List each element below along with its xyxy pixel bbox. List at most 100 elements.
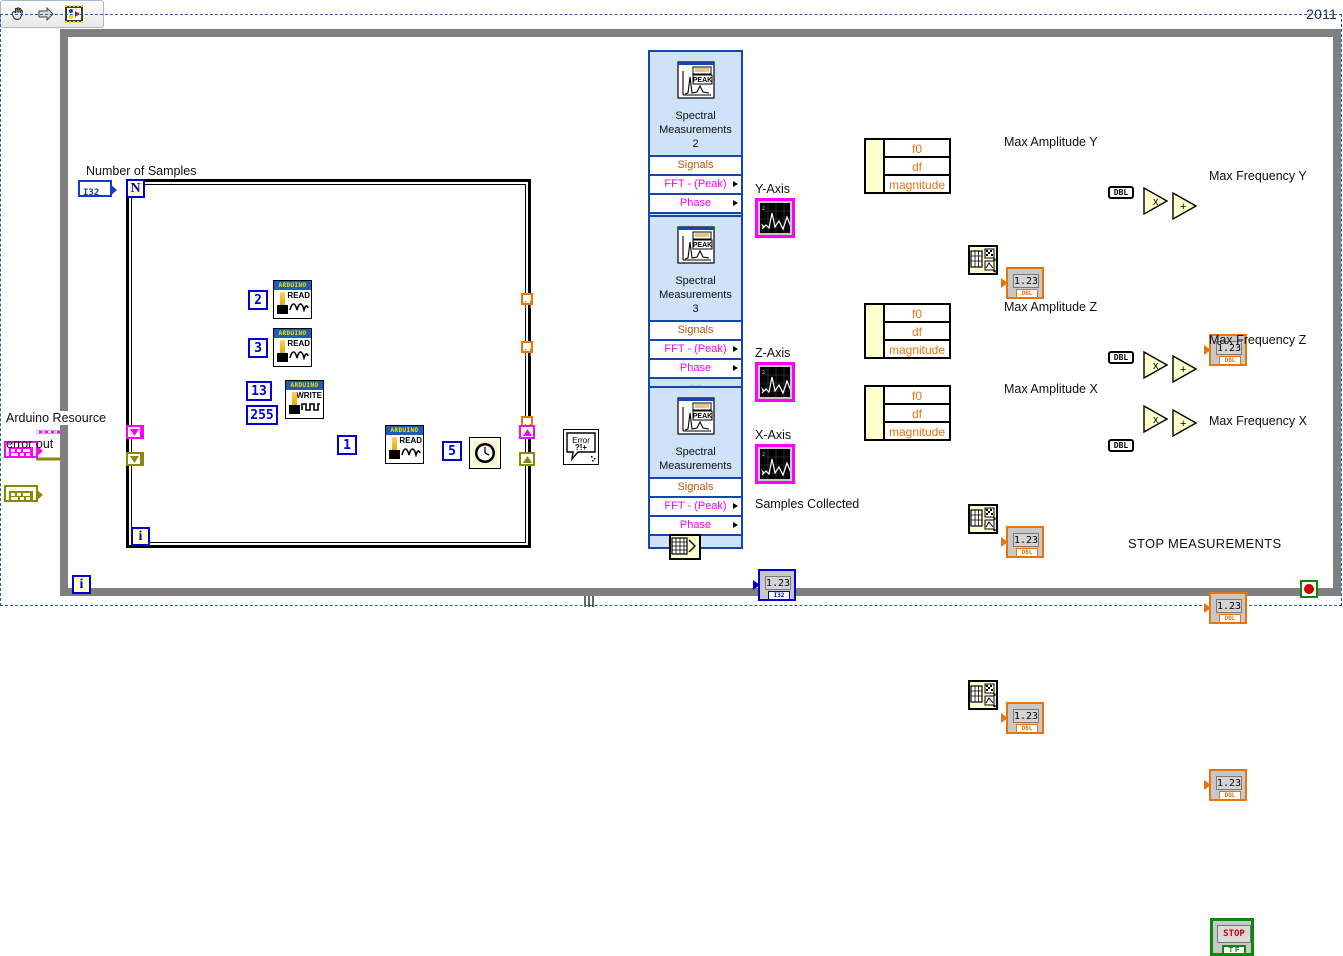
- waveform-graph-icon: 2: [760, 449, 790, 479]
- for-loop-tunnel-left-error[interactable]: [126, 452, 142, 466]
- constant-pwm-255[interactable]: 255: [246, 405, 278, 425]
- spectral-output-fft-peak[interactable]: FFT - (Peak): [650, 174, 741, 193]
- cluster-field-magnitude[interactable]: magnitude: [885, 341, 949, 359]
- error-out-terminal[interactable]: [4, 485, 43, 502]
- x-axis-graph-indicator[interactable]: 2: [755, 444, 795, 484]
- stop-measurements-button[interactable]: STOP T F: [1210, 918, 1254, 956]
- spectral-measurements-2[interactable]: PEAK Spectral Measurements 2 Signals FFT…: [648, 50, 743, 227]
- multiply-node-z[interactable]: x: [1143, 350, 1169, 384]
- z-axis-graph-indicator[interactable]: 2: [755, 362, 795, 402]
- arduino-base-glyph: [389, 450, 400, 459]
- spectral-output-phase[interactable]: Phase: [650, 358, 741, 377]
- coercion-dbl-y: DBL: [1108, 186, 1134, 199]
- constant-pin-1[interactable]: 1: [337, 435, 357, 455]
- add-node-x[interactable]: +: [1172, 408, 1198, 442]
- wait-ms-node[interactable]: [469, 437, 501, 469]
- constant-wait-ms[interactable]: 5: [442, 441, 462, 461]
- arduino-pin-glyph: [392, 437, 397, 451]
- for-loop-count-terminal[interactable]: N: [126, 179, 145, 198]
- cluster-input-stub: [866, 305, 885, 357]
- for-loop-iteration-terminal[interactable]: i: [131, 527, 150, 546]
- output-arrow-icon: [733, 522, 738, 528]
- stop-button-face: STOP: [1217, 925, 1251, 943]
- spectral-output-phase[interactable]: Phase: [650, 193, 741, 212]
- max-frequency-z-label: Max Frequency Z: [1209, 333, 1307, 347]
- cluster-field-f0[interactable]: f0: [885, 387, 949, 405]
- unbundle-cluster-z[interactable]: f0 df magnitude: [864, 303, 951, 359]
- array-max-min-node-y[interactable]: [968, 245, 998, 275]
- add-node-z[interactable]: +: [1172, 354, 1198, 388]
- max-frequency-z-indicator[interactable]: 1.23 DBL: [1204, 592, 1247, 624]
- arduino-pin-glyph: [280, 292, 285, 306]
- cluster-field-df[interactable]: df: [885, 405, 949, 423]
- y-axis-graph-indicator[interactable]: 2: [755, 198, 795, 238]
- array-size-node[interactable]: [669, 534, 701, 560]
- indicator-value: 1.23: [1013, 274, 1039, 288]
- output-arrow-icon: [733, 365, 738, 371]
- cluster-field-f0[interactable]: f0: [885, 305, 949, 323]
- spectral-input-signals[interactable]: Signals: [650, 477, 741, 496]
- array-max-min-node-x[interactable]: [968, 680, 998, 710]
- unbundle-cluster-x[interactable]: f0 df magnitude: [864, 385, 951, 441]
- arduino-analog-read-pin2[interactable]: ARDUINO READ: [273, 280, 312, 319]
- spectral-input-signals[interactable]: Signals: [650, 320, 741, 339]
- svg-text:PEAK: PEAK: [692, 77, 711, 84]
- svg-text:?!+: ?!+: [575, 443, 588, 452]
- number-of-samples-terminal[interactable]: I32: [78, 180, 117, 198]
- arduino-base-glyph: [289, 405, 300, 414]
- constant-pin-2[interactable]: 2: [248, 290, 268, 310]
- multiply-node-y[interactable]: x: [1143, 186, 1169, 220]
- spectral-measurements-3[interactable]: PEAK Spectral Measurements 3 Signals FFT…: [648, 215, 743, 392]
- simple-error-handler-node[interactable]: Error ?!+: [563, 429, 599, 465]
- spectral-output-phase[interactable]: Phase: [650, 515, 741, 534]
- while-loop-stop-terminal[interactable]: [1300, 580, 1318, 598]
- error-out-label: error out: [6, 437, 54, 451]
- svg-text:I32: I32: [83, 188, 99, 197]
- number-of-samples-label: Number of Samples: [86, 164, 197, 178]
- analog-wave-icon: [289, 299, 309, 317]
- max-amplitude-z-indicator[interactable]: 1.23 DBL: [1001, 526, 1044, 558]
- constant-pin-13[interactable]: 13: [246, 381, 272, 401]
- multiply-node-x[interactable]: x: [1143, 404, 1169, 438]
- peak-spectrum-icon: PEAK: [650, 217, 741, 274]
- cluster-field-df[interactable]: df: [885, 323, 949, 341]
- for-loop-tunnel-right-error[interactable]: [519, 452, 535, 466]
- unbundle-cluster-y[interactable]: f0 df magnitude: [864, 138, 951, 194]
- cluster-field-magnitude[interactable]: magnitude: [885, 176, 949, 194]
- samples-collected-label: Samples Collected: [755, 497, 860, 511]
- x-axis-label: X-Axis: [755, 428, 792, 442]
- error-cluster-glyph: [9, 489, 33, 502]
- cluster-field-df[interactable]: df: [885, 158, 949, 176]
- max-amplitude-x-indicator[interactable]: 1.23 DBL: [1001, 702, 1044, 734]
- spectral-output-fft-peak[interactable]: FFT - (Peak): [650, 496, 741, 515]
- add-node-y[interactable]: +: [1172, 191, 1198, 225]
- max-frequency-x-indicator[interactable]: 1.23 DBL: [1204, 769, 1247, 801]
- max-amplitude-y-indicator[interactable]: 1.23 DBL: [1001, 267, 1044, 299]
- spectral-node-title: Spectral Measurements 3: [659, 275, 732, 315]
- array-max-min-node-z[interactable]: [968, 504, 998, 534]
- max-amplitude-z-label: Max Amplitude Z: [1004, 300, 1098, 314]
- arduino-analog-read-pin1[interactable]: ARDUINO READ: [385, 425, 424, 464]
- coercion-dbl-z: DBL: [1108, 351, 1134, 364]
- for-loop-structure[interactable]: [126, 179, 531, 548]
- while-loop-iteration-terminal[interactable]: i: [72, 575, 91, 594]
- spectral-measurements-x[interactable]: PEAK Spectral Measurements Signals FFT -…: [648, 386, 743, 549]
- spectral-input-signals[interactable]: Signals: [650, 155, 741, 174]
- arduino-analog-read-pin3[interactable]: ARDUINO READ: [273, 328, 312, 367]
- cluster-field-f0[interactable]: f0: [885, 140, 949, 158]
- arduino-node-header: ARDUINO: [274, 281, 311, 290]
- for-loop-tunnel-left-resource[interactable]: [126, 425, 142, 439]
- arduino-pwm-write-pin13[interactable]: ARDUINO WRITE: [285, 380, 324, 419]
- samples-collected-indicator[interactable]: 1.23 I32: [753, 569, 796, 601]
- for-loop-tunnel-out-z[interactable]: []: [521, 341, 533, 357]
- cluster-field-magnitude[interactable]: magnitude: [885, 423, 949, 441]
- analog-wave-icon: [289, 347, 309, 365]
- spectral-output-fft-peak[interactable]: FFT - (Peak): [650, 339, 741, 358]
- svg-text:[]: []: [523, 300, 531, 308]
- for-loop-tunnel-out-y[interactable]: []: [521, 293, 533, 309]
- for-loop-tunnel-right-resource[interactable]: [519, 425, 535, 439]
- cluster-input-stub: [866, 140, 885, 192]
- arduino-node-header: ARDUINO: [286, 381, 323, 390]
- stop-sign-icon: [1304, 584, 1314, 594]
- constant-pin-3[interactable]: 3: [248, 338, 268, 358]
